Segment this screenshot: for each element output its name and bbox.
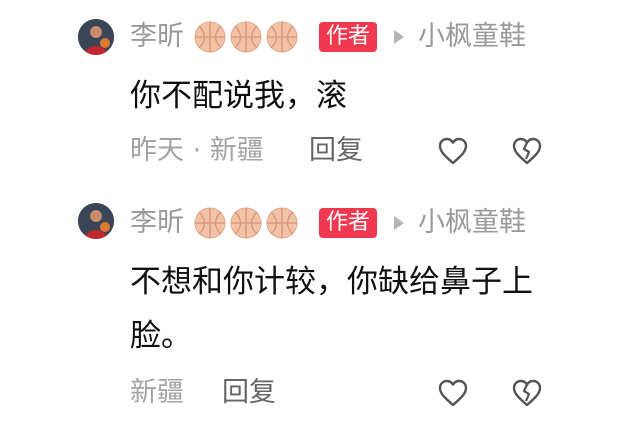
heart-outline-icon[interactable] [437, 135, 469, 167]
reply-to-user-name[interactable]: 小枫童鞋 [418, 20, 526, 54]
user-name[interactable]: 李昕 [130, 20, 184, 54]
triangle-right-icon [394, 30, 404, 44]
heart-outline-icon[interactable] [437, 377, 469, 409]
reply-to-user-name[interactable]: 小枫童鞋 [418, 206, 526, 240]
avatar[interactable] [78, 203, 114, 239]
basketball-icon [194, 207, 226, 239]
user-name[interactable]: 李昕 [130, 206, 184, 240]
reply-button[interactable]: 回复 [309, 134, 363, 168]
basketball-icon [266, 21, 298, 53]
avatar[interactable] [78, 19, 114, 55]
basketball-icon [266, 207, 298, 239]
comment-meta: 新疆 [130, 377, 184, 408]
basketball-icon [230, 21, 262, 53]
broken-heart-icon[interactable] [511, 135, 543, 167]
badge-group [194, 20, 298, 54]
basketball-icon [194, 21, 226, 53]
comment-meta: 昨天 · 新疆 [130, 135, 264, 166]
basketball-icon [230, 207, 262, 239]
comment-content: 不想和你计较，你缺给鼻子上脸。 [130, 264, 533, 354]
triangle-right-icon [394, 216, 404, 230]
badge-group [194, 206, 298, 240]
author-tag: 作者 [319, 208, 378, 238]
reply-button[interactable]: 回复 [222, 376, 276, 410]
author-tag: 作者 [319, 22, 378, 52]
comment-content: 你不配说我，滚 [130, 78, 347, 114]
broken-heart-icon[interactable] [511, 377, 543, 409]
